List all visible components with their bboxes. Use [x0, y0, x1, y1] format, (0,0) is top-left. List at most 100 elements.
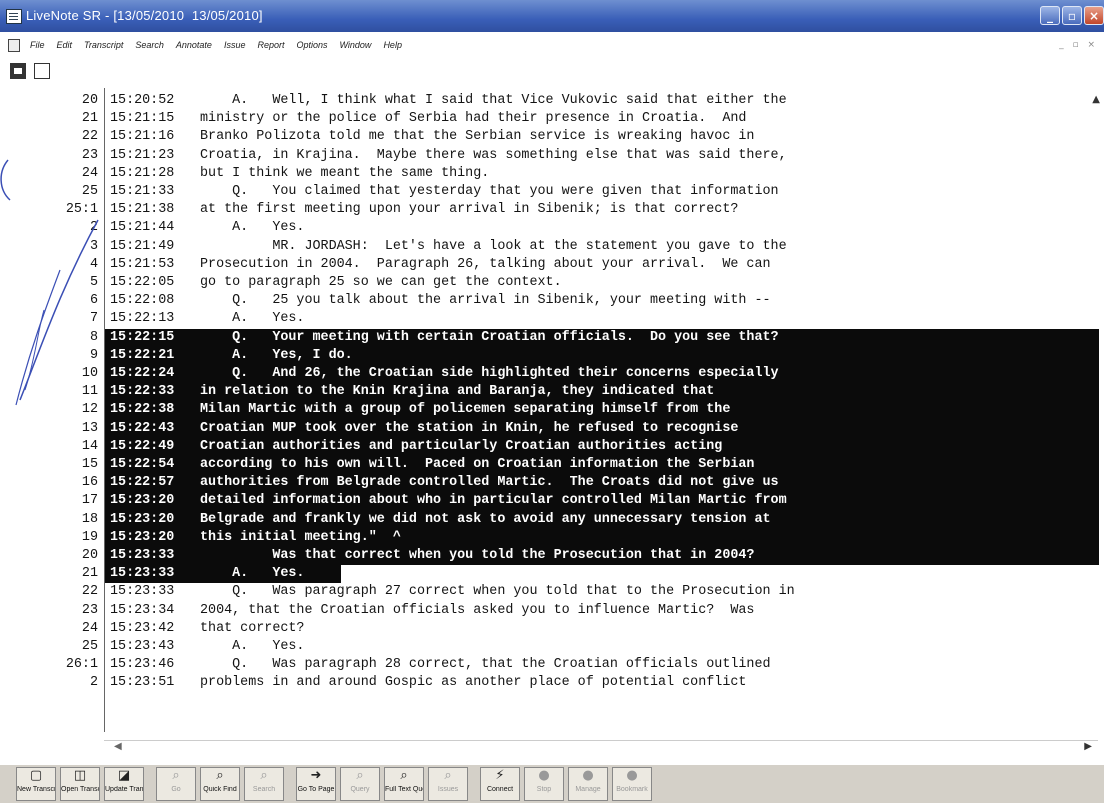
line-text: Milan Martic with a group of policemen s…: [200, 402, 731, 418]
line-number: 24: [81, 620, 98, 636]
stop-button[interactable]: ● Stop: [524, 767, 564, 801]
line-text: ministry or the police of Serbia had the…: [200, 111, 747, 127]
quick-find-icon: ⌕: [216, 768, 224, 783]
search-icon: ⌕: [172, 768, 180, 783]
new-doc-icon: ▢: [29, 768, 43, 783]
maximize-button[interactable]: ▫: [1062, 6, 1082, 25]
line-number: 26:1: [65, 657, 98, 673]
scroll-right-icon[interactable]: ▶: [1084, 741, 1092, 752]
line-number: 2: [89, 675, 98, 691]
line-text: A. Yes, I do.: [200, 347, 353, 363]
line-number: 22: [81, 584, 98, 600]
line-text: Croatian authorities and particularly Cr…: [200, 438, 723, 454]
line-number: 21: [81, 111, 98, 127]
menu-edit[interactable]: Edit: [51, 40, 79, 50]
line-number: 20: [81, 93, 98, 108]
toolbar-button-label: Open Transcript: [61, 786, 99, 793]
menu-options[interactable]: Options: [290, 40, 333, 50]
menu-help[interactable]: Help: [377, 40, 408, 50]
menu-report[interactable]: Report: [251, 40, 290, 50]
line-text: according to his own will. Paced on Croa…: [200, 457, 755, 472]
timestamp: 15:22:49: [110, 438, 175, 454]
update-doc-icon: ◪: [117, 768, 131, 783]
line-text: at the first meeting upon your arrival i…: [200, 202, 739, 218]
menu-transcript[interactable]: Transcript: [78, 40, 129, 50]
line-number: 23: [81, 602, 98, 618]
timestamp: 15:22:38: [110, 402, 175, 418]
timestamp: 15:22:43: [110, 420, 175, 436]
go-to-page-button[interactable]: ➜ Go To Page: [296, 767, 336, 801]
line-text: Croatia, in Krajina. Maybe there was som…: [200, 147, 787, 163]
line-number: 19: [81, 529, 98, 545]
line-text: Prosecution in 2004. Paragraph 26, talki…: [200, 256, 771, 272]
menu-window[interactable]: Window: [334, 40, 378, 50]
connect-button[interactable]: ⚡ Connect: [480, 767, 520, 801]
scroll-left-icon[interactable]: ◀: [114, 741, 122, 752]
pen-annotation-marks: [0, 159, 99, 406]
close-button[interactable]: ×: [1084, 6, 1104, 25]
timestamp: 15:23:34: [110, 602, 175, 618]
mdi-window-controls[interactable]: _ ▫ ×: [1059, 40, 1098, 50]
timestamp: 15:22:21: [110, 347, 175, 363]
title-bar: LiveNote SR - [13/05/2010 13/05/2010] _ …: [0, 0, 1104, 32]
line-text: A. Yes.: [200, 566, 305, 582]
timestamp: 15:21:16: [110, 129, 175, 145]
line-text: authorities from Belgrade controlled Mar…: [200, 475, 779, 491]
open-transcript-button[interactable]: ◫ Open Transcript: [60, 767, 100, 801]
line-text: Branko Polizota told me that the Serbian…: [200, 129, 755, 145]
page-view-icon[interactable]: [34, 63, 51, 79]
connect-icon: ⚡: [495, 768, 505, 783]
menu-issue[interactable]: Issue: [218, 40, 252, 50]
timestamp: 15:21:38: [110, 202, 175, 218]
update-transcript-button[interactable]: ◪ Update Transcript: [104, 767, 144, 801]
line-number: 17: [81, 493, 98, 509]
window-title: LiveNote SR - [13/05/2010 13/05/2010]: [26, 8, 263, 23]
line-text: Q. And 26, the Croatian side highlighted…: [200, 366, 779, 381]
toolbar-button-label: Bookmark: [616, 786, 648, 793]
menu-annotate[interactable]: Annotate: [170, 40, 218, 50]
quick-find-button[interactable]: ⌕ Quick Find: [200, 767, 240, 801]
toolbar-button-label: Connect: [486, 786, 514, 793]
app-icon[interactable]: [6, 9, 22, 24]
timestamp: 15:22:54: [110, 457, 175, 472]
timestamp: 15:22:15: [110, 329, 175, 345]
timestamp: 15:23:51: [110, 675, 175, 691]
toolbar-button-label: Manage: [575, 786, 601, 793]
issues-button[interactable]: ⌕ Issues: [428, 767, 468, 801]
line-number: 20: [81, 548, 98, 563]
line-text: A. Yes.: [200, 220, 305, 236]
new-transcript-button[interactable]: ▢ New Transcript: [16, 767, 56, 801]
line-text: Q. 25 you talk about the arrival in Sibe…: [200, 293, 771, 309]
line-text: Croatian MUP took over the station in Kn…: [200, 420, 739, 436]
timestamp: 15:23:20: [110, 493, 175, 509]
toolbar-button-label: Quick Find: [203, 786, 237, 793]
timestamp: 15:21:44: [110, 220, 175, 236]
menu-search[interactable]: Search: [129, 40, 170, 50]
issues-icon: ⌕: [444, 768, 452, 783]
timestamp: 15:22:05: [110, 275, 175, 290]
horizontal-scrollbar[interactable]: ◀ ▶: [104, 740, 1098, 755]
query-button[interactable]: ⌕ Query: [340, 767, 380, 801]
search-list-icon: ⌕: [260, 768, 268, 783]
scroll-up-icon[interactable]: ▲: [1092, 94, 1100, 105]
line-text: Q. You claimed that yesterday that you w…: [200, 184, 779, 199]
timestamp: 15:21:28: [110, 165, 175, 181]
timestamp: 15:23:33: [110, 584, 175, 600]
timestamp: 15:23:33: [110, 566, 175, 582]
search-button[interactable]: ⌕ Search: [244, 767, 284, 801]
bookmark-button[interactable]: ● Bookmark: [612, 767, 652, 801]
go-button[interactable]: ⌕ Go: [156, 767, 196, 801]
manage-button[interactable]: ● Manage: [568, 767, 608, 801]
toolbar-button-label: Issues: [437, 786, 459, 793]
line-text: A. Well, I think what I said that Vice V…: [200, 93, 787, 108]
menu-file[interactable]: File: [24, 40, 51, 50]
toolbar-button-label: Query: [350, 786, 370, 793]
transcript-pane[interactable]: 15:20:52 A. Well, I think what I said th…: [104, 88, 1099, 732]
bookmark-icon: ●: [626, 768, 638, 783]
timestamp: 15:22:57: [110, 475, 175, 491]
timestamp: 15:21:23: [110, 147, 175, 163]
minimize-button[interactable]: _: [1040, 6, 1060, 25]
view-mode-icon[interactable]: [10, 63, 26, 79]
full-text-query-button[interactable]: ⌕ Full Text Query: [384, 767, 424, 801]
document-icon[interactable]: [8, 39, 20, 52]
